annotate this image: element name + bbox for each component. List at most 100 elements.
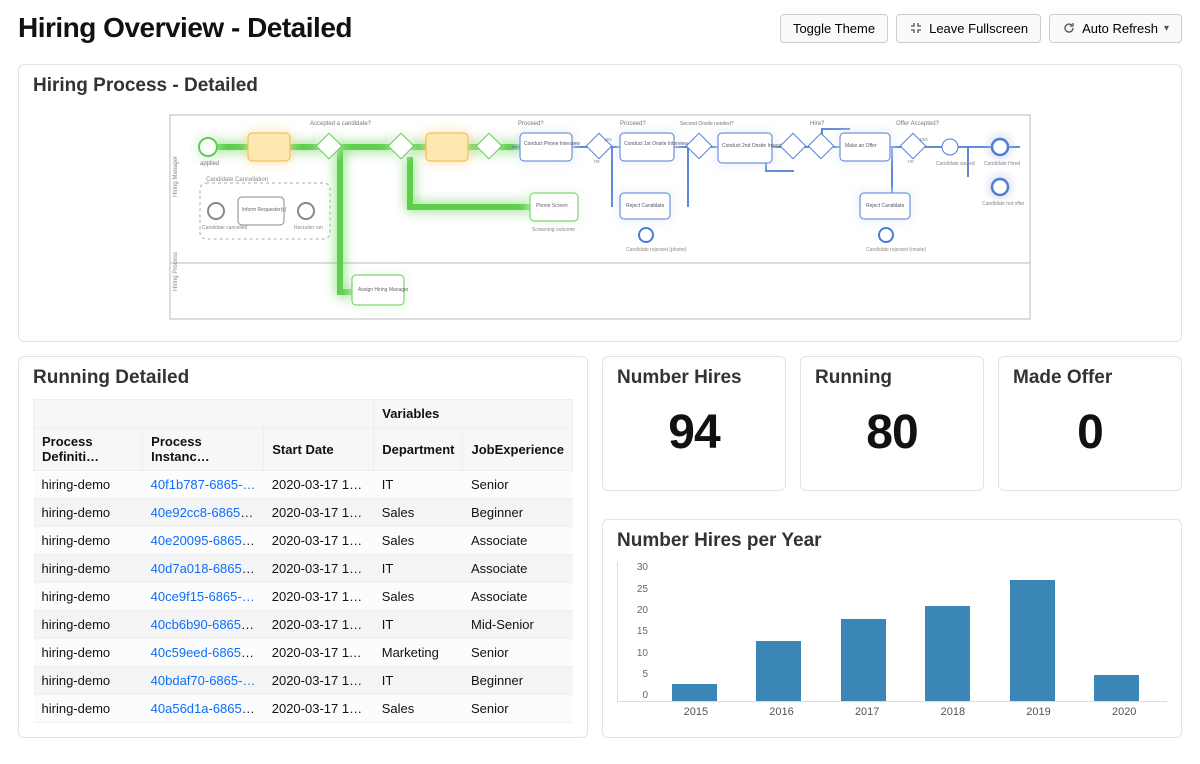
instance-link[interactable]: 40c59eed-6865-…: [151, 645, 259, 660]
svg-text:Proceed?: Proceed?: [518, 121, 544, 127]
cell-instance[interactable]: 40e20095-6865-…: [143, 527, 264, 555]
toggle-theme-button[interactable]: Toggle Theme: [780, 14, 888, 43]
svg-text:Candidate waited: Candidate waited: [936, 161, 975, 167]
bar-chart[interactable]: 302520151050: [617, 562, 1167, 702]
table-row[interactable]: hiring-demo40e20095-6865-…2020-03-17 14:…: [34, 527, 573, 555]
end-event[interactable]: [879, 228, 893, 242]
instance-link[interactable]: 40e92cc8-6865-…: [151, 505, 258, 520]
svg-text:Make an Offer: Make an Offer: [845, 143, 877, 149]
gateway[interactable]: [808, 133, 833, 158]
cell-exp: Senior: [463, 471, 573, 499]
bar-col: [992, 580, 1073, 701]
running-detailed-panel: Running Detailed Variables Process Defin…: [18, 356, 588, 738]
task[interactable]: [248, 133, 290, 161]
table-row[interactable]: hiring-demo40a56d1a-6865-…2020-03-17 10:…: [34, 695, 573, 723]
instance-link[interactable]: 40d7a018-6865-…: [151, 561, 259, 576]
bar[interactable]: [756, 641, 801, 702]
metric-value: 0: [1013, 395, 1167, 472]
x-tick: 2018: [910, 702, 996, 718]
cell-instance[interactable]: 40cb6b90-6865-…: [143, 611, 264, 639]
gateway[interactable]: [780, 133, 805, 158]
chart-x-axis: 201520162017201820192020: [617, 702, 1167, 718]
table-row[interactable]: hiring-demo40e92cc8-6865-…2020-03-17 15:…: [34, 499, 573, 527]
cell-start: 2020-03-17 14:…: [264, 555, 374, 583]
cell-def: hiring-demo: [34, 499, 143, 527]
table-row[interactable]: hiring-demo40c59eed-6865-…2020-03-17 11:…: [34, 639, 573, 667]
cell-instance[interactable]: 40ce9f15-6865-…: [143, 583, 264, 611]
end-not-offer[interactable]: [992, 179, 1008, 195]
chevron-down-icon: ▾: [1164, 23, 1169, 34]
cell-instance[interactable]: 40c59eed-6865-…: [143, 639, 264, 667]
cell-instance[interactable]: 40d7a018-6865-…: [143, 555, 264, 583]
cell-instance[interactable]: 40bdaf70-6865-…: [143, 667, 264, 695]
gateway[interactable]: [388, 133, 413, 158]
cell-exp: Senior: [463, 639, 573, 667]
task[interactable]: [426, 133, 468, 161]
cancel-end[interactable]: [298, 203, 314, 219]
y-tick: 10: [618, 648, 648, 659]
bar[interactable]: [1094, 675, 1139, 701]
svg-text:Candidate cancelled: Candidate cancelled: [202, 225, 248, 231]
col-header[interactable]: Process Instanc…: [143, 428, 264, 471]
cell-instance[interactable]: 40e92cc8-6865-…: [143, 499, 264, 527]
end-event[interactable]: [639, 228, 653, 242]
first-onsite-task[interactable]: [620, 133, 674, 161]
toggle-theme-label: Toggle Theme: [793, 21, 875, 36]
svg-text:Conduct 1st Onsite Interview: Conduct 1st Onsite Interview: [624, 141, 688, 147]
y-tick: 30: [618, 562, 648, 573]
svg-text:Second Onsite needed?: Second Onsite needed?: [680, 121, 734, 127]
col-header-blank[interactable]: [34, 400, 374, 428]
instance-link[interactable]: 40a56d1a-6865-…: [151, 701, 259, 716]
svg-text:Assign Hiring Manager: Assign Hiring Manager: [358, 287, 409, 293]
cell-dept: Sales: [374, 695, 463, 723]
cell-def: hiring-demo: [34, 695, 143, 723]
table-row[interactable]: hiring-demo40d7a018-6865-…2020-03-17 14:…: [34, 555, 573, 583]
metric-number-hires: Number Hires 94: [602, 356, 786, 491]
table-row[interactable]: hiring-demo40f1b787-6865-…2020-03-17 16:…: [34, 471, 573, 499]
cell-instance[interactable]: 40f1b787-6865-…: [143, 471, 264, 499]
intermediate-event[interactable]: [942, 139, 958, 155]
instance-link[interactable]: 40e20095-6865-…: [151, 533, 259, 548]
instance-link[interactable]: 40f1b787-6865-…: [151, 477, 256, 492]
x-tick: 2015: [653, 702, 739, 718]
instance-link[interactable]: 40cb6b90-6865-…: [151, 617, 259, 632]
bar[interactable]: [925, 606, 970, 701]
cell-def: hiring-demo: [34, 471, 143, 499]
col-header[interactable]: Department: [374, 428, 463, 471]
auto-refresh-button[interactable]: Auto Refresh ▾: [1049, 14, 1182, 43]
header-buttons: Toggle Theme Leave Fullscreen Auto Refre…: [780, 14, 1182, 43]
col-header-variables[interactable]: Variables: [374, 400, 573, 428]
col-header[interactable]: Process Definiti…: [34, 428, 143, 471]
cell-instance[interactable]: 40a56d1a-6865-…: [143, 695, 264, 723]
bpmn-diagram[interactable]: Hiring Manager Hiring Process applied: [160, 107, 1040, 327]
instance-link[interactable]: 40ce9f15-6865-…: [151, 589, 255, 604]
phone-interview-task[interactable]: [520, 133, 572, 161]
start-label: applied: [200, 161, 219, 167]
cell-start: 2020-03-17 14:…: [264, 527, 374, 555]
table-row[interactable]: hiring-demo40ce9f15-6865-…2020-03-17 13:…: [34, 583, 573, 611]
y-tick: 5: [618, 669, 648, 680]
svg-text:no: no: [594, 159, 600, 165]
cancel-start[interactable]: [208, 203, 224, 219]
process-panel-title: Hiring Process - Detailed: [33, 75, 1167, 97]
bar[interactable]: [1010, 580, 1055, 701]
svg-text:Accepted a candidate?: Accepted a candidate?: [310, 121, 372, 127]
table-row[interactable]: hiring-demo40bdaf70-6865-…2020-03-17 10:…: [34, 667, 573, 695]
gateway[interactable]: [686, 133, 711, 158]
table-row[interactable]: hiring-demo40cb6b90-6865-…2020-03-17 12:…: [34, 611, 573, 639]
bar[interactable]: [672, 684, 717, 701]
gateway[interactable]: [476, 133, 501, 158]
cell-dept: IT: [374, 611, 463, 639]
process-panel: Hiring Process - Detailed Hiring Manager…: [18, 64, 1182, 342]
cell-exp: Mid-Senior: [463, 611, 573, 639]
cell-start: 2020-03-17 11:…: [264, 639, 374, 667]
col-header[interactable]: Start Date: [264, 428, 374, 471]
svg-text:Phone Screen: Phone Screen: [536, 203, 568, 209]
bar[interactable]: [841, 619, 886, 701]
instance-link[interactable]: 40bdaf70-6865-…: [151, 673, 256, 688]
start-event[interactable]: [199, 138, 217, 156]
col-header[interactable]: JobExperience: [463, 428, 573, 471]
cell-start: 2020-03-17 10:…: [264, 667, 374, 695]
leave-fullscreen-button[interactable]: Leave Fullscreen: [896, 14, 1041, 43]
end-hired[interactable]: [992, 139, 1008, 155]
